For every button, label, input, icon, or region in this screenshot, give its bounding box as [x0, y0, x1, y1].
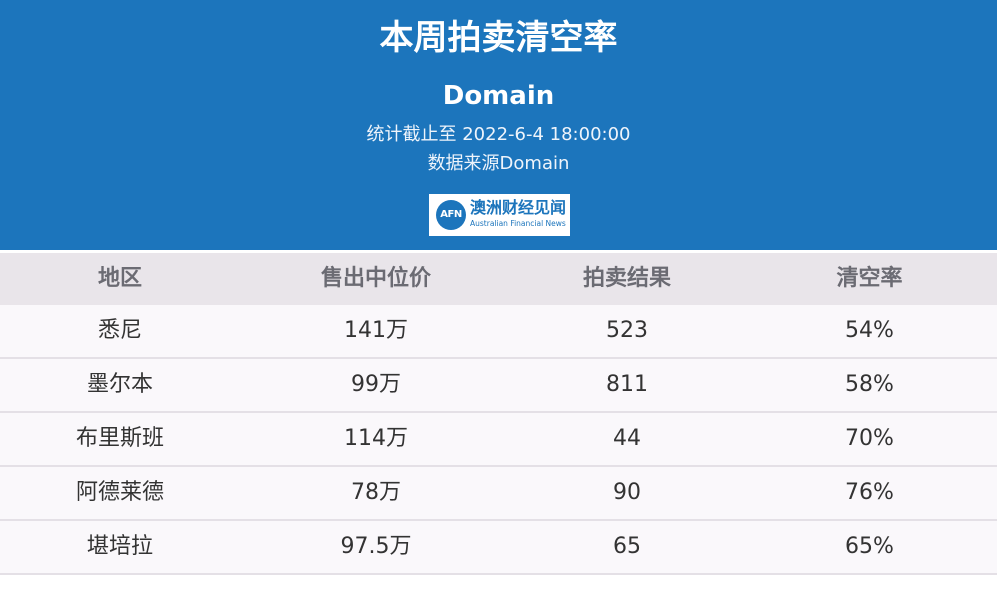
column-header-median-price: 售出中位价: [320, 266, 431, 291]
auction-table: 地区 售出中位价 拍卖结果 清空率 悉尼 141万 523 54% 墨尔本 99万 811 5…: [0, 253, 997, 575]
median-price-cell: 78万: [351, 480, 401, 505]
region-cell: 阿德莱德: [75, 480, 164, 505]
table-row: 阿德莱德 78万 90 76%: [0, 467, 997, 521]
table-row: 布里斯班 114万 44 70%: [0, 413, 997, 467]
clearance-rate-cell: 54%: [845, 318, 894, 343]
column-header-region: 地区: [97, 266, 142, 291]
region-cell: 布里斯班: [75, 426, 164, 451]
table-header: 地区 售出中位价 拍卖结果 清空率: [0, 253, 997, 305]
clearance-rate-cell: 70%: [845, 426, 894, 451]
data-source-text: 数据来源Domain: [427, 153, 570, 174]
median-price-cell: 97.5万: [340, 534, 412, 559]
clearance-rate-cell: 76%: [845, 480, 894, 505]
results-cell: 65: [613, 534, 641, 559]
median-price-cell: 114万: [344, 426, 408, 451]
header-banner: 本周拍卖清空率 Domain 统计截止至 2022-6-4 18:00:00 数…: [0, 0, 997, 250]
column-header-results: 拍卖结果: [582, 266, 671, 291]
results-cell: 44: [613, 426, 641, 451]
median-price-cell: 99万: [351, 372, 401, 397]
table-row: 墨尔本 99万 811 58%: [0, 359, 997, 413]
table-body: 悉尼 141万 523 54% 墨尔本 99万 811 58% 布里斯班 114万 44 70% 阿德莱…: [0, 305, 997, 575]
results-cell: 523: [606, 318, 648, 343]
results-cell: 811: [606, 372, 648, 397]
region-cell: 墨尔本: [86, 372, 153, 397]
median-price-cell: 141万: [344, 318, 408, 343]
table-row: 悉尼 141万 523 54%: [0, 305, 997, 359]
logo-chinese-name: 澳洲财经见闻: [470, 198, 567, 217]
afn-logo-icon: AFN: [436, 200, 466, 230]
logo-english-name: Australian Financial News: [470, 219, 566, 228]
page-subtitle: Domain: [442, 81, 555, 111]
table-row: 堪培拉 97.5万 65 65%: [0, 521, 997, 575]
clearance-rate-cell: 58%: [845, 372, 894, 397]
region-cell: 悉尼: [97, 318, 142, 343]
region-cell: 堪培拉: [86, 534, 153, 559]
afn-logo: AFN 澳洲财经见闻 Australian Financial News: [429, 194, 570, 236]
results-cell: 90: [613, 480, 641, 505]
column-header-clearance-rate: 清空率: [836, 266, 903, 291]
stat-cutoff-text: 统计截止至 2022-6-4 18:00:00: [366, 124, 631, 145]
page-title: 本周拍卖清空率: [379, 18, 618, 58]
clearance-rate-cell: 65%: [845, 534, 894, 559]
